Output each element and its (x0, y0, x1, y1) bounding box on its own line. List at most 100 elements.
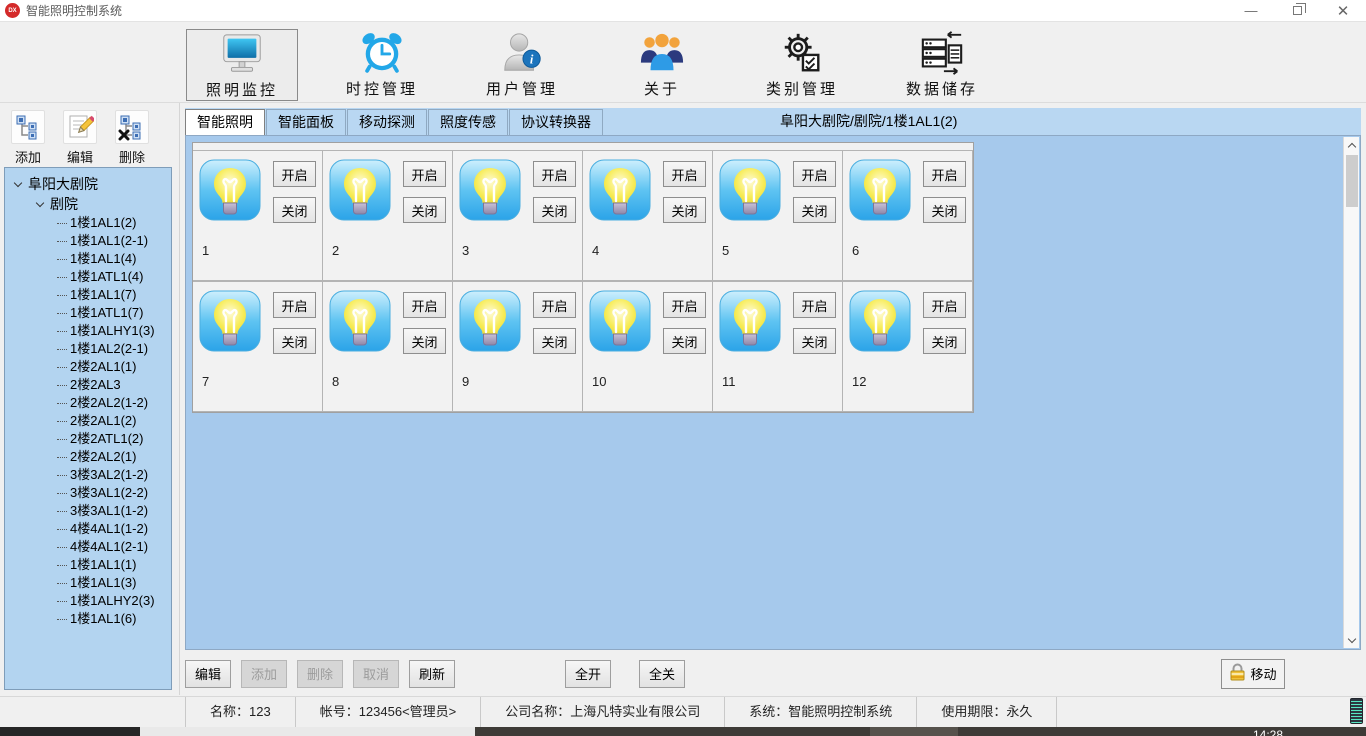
tree-leaf-item[interactable]: 1楼1AL2(2-1) (5, 340, 171, 358)
light-number: 3 (462, 243, 469, 258)
light-off-button[interactable]: 关闭 (793, 197, 836, 223)
light-off-button[interactable]: 关闭 (273, 328, 316, 354)
tree-root-node[interactable]: 阜阳大剧院 (5, 174, 171, 194)
tree-leaf-item[interactable]: 2楼2AL2(1-2) (5, 394, 171, 412)
tree-leaf-item[interactable]: 2楼2AL1(1) (5, 358, 171, 376)
restore-button[interactable] (1274, 0, 1320, 22)
light-on-button[interactable]: 开启 (923, 292, 966, 318)
light-off-button[interactable]: 关闭 (793, 328, 836, 354)
edit-node-label: 编辑 (67, 147, 93, 166)
tree-leaf-item[interactable]: 1楼1AL1(2-1) (5, 232, 171, 250)
tree-leaf-item[interactable]: 2楼2ATL1(2) (5, 430, 171, 448)
move-button[interactable]: 移动 (1221, 659, 1285, 689)
monitor-icon (218, 30, 266, 78)
tree-leaf-item[interactable]: 3楼3AL2(1-2) (5, 466, 171, 484)
tree-leaf-item[interactable]: 1楼1ATL1(4) (5, 268, 171, 286)
light-off-button[interactable]: 关闭 (403, 197, 446, 223)
toolbar-item-category-management[interactable]: 类别管理 (746, 29, 858, 101)
lighting-panel: 开启 关闭 1 (185, 135, 1361, 650)
light-on-button[interactable]: 开启 (923, 161, 966, 187)
tab[interactable]: 移动探测 (347, 109, 427, 135)
light-on-button[interactable]: 开启 (273, 161, 316, 187)
light-on-button[interactable]: 开启 (663, 161, 706, 187)
tree-leaf-item[interactable]: 3楼3AL1(2-2) (5, 484, 171, 502)
taskbar-start-area[interactable] (0, 727, 140, 736)
toolbar-label: 关于 (644, 78, 680, 99)
user-info-icon: i (498, 29, 546, 77)
tab[interactable]: 智能照明 (185, 109, 265, 135)
light-on-button[interactable]: 开启 (273, 292, 316, 318)
light-off-button[interactable]: 关闭 (663, 197, 706, 223)
tree-leaf-item[interactable]: 1楼1ATL1(7) (5, 304, 171, 322)
light-bulb-icon (719, 159, 781, 226)
light-off-button[interactable]: 关闭 (923, 328, 966, 354)
light-on-button[interactable]: 开启 (403, 161, 446, 187)
desktop-taskbar[interactable]: 14:28 (0, 727, 1366, 736)
minimize-button[interactable]: — (1228, 0, 1274, 22)
tree-group-node[interactable]: 剧院 (5, 194, 171, 214)
light-on-button[interactable]: 开启 (533, 292, 576, 318)
tree-leaf-item[interactable]: 1楼1AL1(1) (5, 556, 171, 574)
tree-leaf-item[interactable]: 2楼2AL1(2) (5, 412, 171, 430)
vertical-scrollbar[interactable] (1343, 137, 1359, 648)
toolbar-item-data-storage[interactable]: 数据储存 (886, 29, 998, 101)
close-button[interactable]: ✕ (1320, 0, 1366, 22)
tree-leaf-item[interactable]: 1楼1AL1(2) (5, 214, 171, 232)
tree-leaf-item[interactable]: 1楼1ALHY2(3) (5, 592, 171, 610)
breadcrumb: 阜阳大剧院/剧院/1楼1AL1(2) (780, 108, 957, 135)
tree-leaf-item[interactable]: 3楼3AL1(1-2) (5, 502, 171, 520)
light-bulb-icon (199, 159, 261, 226)
light-on-button[interactable]: 开启 (793, 292, 836, 318)
add-node-button[interactable]: 添加 (6, 110, 50, 166)
light-off-button[interactable]: 关闭 (533, 328, 576, 354)
light-off-button[interactable]: 关闭 (923, 197, 966, 223)
toolbar-label: 数据储存 (906, 78, 978, 99)
bottom-toolbar-button[interactable]: 刷新 (409, 660, 455, 688)
bottom-toolbar-button[interactable]: 编辑 (185, 660, 231, 688)
scrollbar-thumb[interactable] (1346, 155, 1358, 207)
toolbar-item-time-control[interactable]: 时控管理 (326, 29, 438, 101)
tree-leaf-item[interactable]: 2楼2AL2(1) (5, 448, 171, 466)
tree-leaf-item[interactable]: 1楼1AL1(3) (5, 574, 171, 592)
toolbar-item-user-management[interactable]: i 用户管理 (466, 29, 578, 101)
light-card: 开启 关闭 1 (193, 150, 323, 281)
bottom-toolbar-button[interactable]: 删除 (297, 660, 343, 688)
tree-leaf-item[interactable]: 2楼2AL3 (5, 376, 171, 394)
light-on-button[interactable]: 开启 (533, 161, 576, 187)
light-off-button[interactable]: 关闭 (273, 197, 316, 223)
scroll-down-button[interactable] (1344, 632, 1360, 648)
edit-node-button[interactable]: 编辑 (58, 110, 102, 166)
light-off-button[interactable]: 关闭 (403, 328, 446, 354)
tab[interactable]: 照度传感 (428, 109, 508, 135)
toolbar-label: 时控管理 (346, 78, 418, 99)
tab[interactable]: 智能面板 (266, 109, 346, 135)
light-number: 9 (462, 374, 469, 389)
light-off-button[interactable]: 关闭 (533, 197, 576, 223)
bottom-toolbar-button[interactable]: 取消 (353, 660, 399, 688)
toolbar-item-lighting-monitor[interactable]: 照明监控 (186, 29, 298, 101)
tree-leaf-item[interactable]: 1楼1AL1(6) (5, 610, 171, 628)
light-card: 开启 关闭 7 (193, 281, 323, 412)
light-number: 11 (722, 374, 736, 389)
toolbar-item-about[interactable]: 关于 (606, 29, 718, 101)
delete-node-button[interactable]: 删除 (110, 110, 154, 166)
light-off-button[interactable]: 关闭 (663, 328, 706, 354)
light-bulb-icon (849, 290, 911, 357)
all-off-button[interactable]: 全关 (639, 660, 685, 688)
tree-leaf-item[interactable]: 4楼4AL1(1-2) (5, 520, 171, 538)
bottom-toolbar-button[interactable]: 添加 (241, 660, 287, 688)
light-on-button[interactable]: 开启 (663, 292, 706, 318)
scroll-up-button[interactable] (1344, 137, 1360, 153)
light-bulb-icon (459, 290, 521, 357)
light-on-button[interactable]: 开启 (403, 292, 446, 318)
tree-leaf-item[interactable]: 1楼1AL1(4) (5, 250, 171, 268)
light-on-button[interactable]: 开启 (793, 161, 836, 187)
tree-leaf-item[interactable]: 1楼1AL1(7) (5, 286, 171, 304)
all-on-button[interactable]: 全开 (565, 660, 611, 688)
taskbar-open-app[interactable] (870, 727, 958, 736)
window-controls: — ✕ (1228, 0, 1366, 21)
tab[interactable]: 协议转换器 (509, 109, 603, 135)
tree-leaf-item[interactable]: 1楼1ALHY1(3) (5, 322, 171, 340)
tree-leaf-item[interactable]: 4楼4AL1(2-1) (5, 538, 171, 556)
status-segment: 帐号：123456<管理员> (295, 697, 481, 727)
